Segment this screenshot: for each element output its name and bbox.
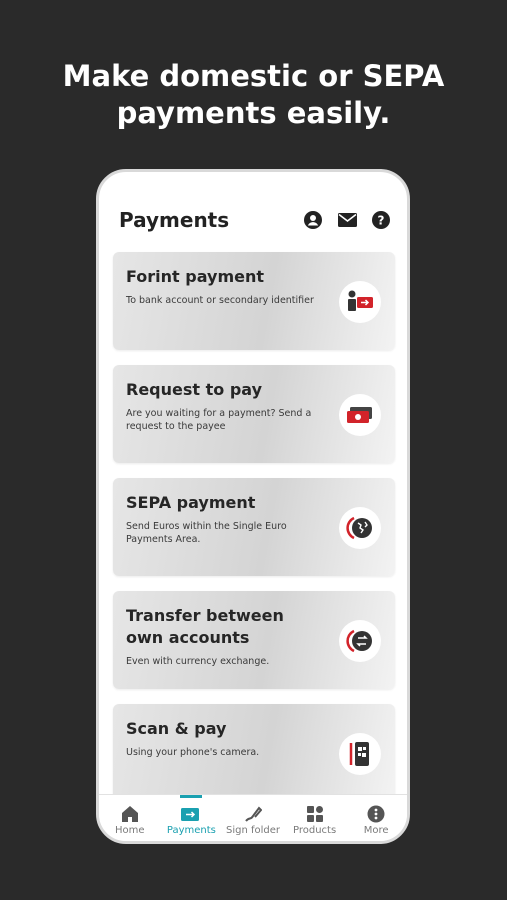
bottom-navigation: Home Payments Sign folder Products More <box>99 794 407 841</box>
headline-line-1: Make domestic or SEPA <box>62 59 445 93</box>
profile-icon[interactable] <box>303 210 323 230</box>
nav-sign-folder[interactable]: Sign folder <box>225 795 281 841</box>
payments-icon <box>163 799 219 823</box>
card-description: Send Euros within the Single Euro Paymen… <box>126 521 287 545</box>
headline-line-2: payments easily. <box>116 96 391 130</box>
nav-label: Products <box>292 825 337 836</box>
sign-folder-icon <box>225 799 281 823</box>
card-description: Using your phone's camera. <box>126 747 260 758</box>
page-title: Payments <box>119 208 230 232</box>
products-icon <box>287 799 343 823</box>
more-icon <box>348 799 404 823</box>
nav-label: Payments <box>166 825 216 836</box>
card-title: Forint payment <box>126 267 265 286</box>
card-sepa-payment[interactable]: SEPA payment Send Euros within the Singl… <box>113 478 395 576</box>
card-description: To bank account or secondary identifier <box>126 295 314 306</box>
nav-home[interactable]: Home <box>102 795 158 841</box>
nav-payments[interactable]: Payments <box>163 795 219 841</box>
home-icon <box>102 799 158 823</box>
card-title: Scan & pay <box>126 719 227 738</box>
phone-scan-icon <box>339 733 381 775</box>
card-own-transfer[interactable]: Transfer between own accounts Even with … <box>113 591 395 689</box>
promo-headline: Make domestic or SEPA payments easily. <box>0 58 507 132</box>
nav-products[interactable]: Products <box>287 795 343 841</box>
globe-icon <box>339 507 381 549</box>
exchange-icon <box>339 620 381 662</box>
nav-label: Home <box>115 825 145 836</box>
help-icon[interactable]: ? <box>371 210 391 230</box>
card-forint-payment[interactable]: Forint payment To bank account or second… <box>113 252 395 350</box>
card-title: SEPA payment <box>126 493 256 512</box>
payment-options: Forint payment To bank account or second… <box>113 252 395 817</box>
svg-text:?: ? <box>378 214 385 228</box>
mail-icon[interactable] <box>337 210 357 230</box>
nav-label: More <box>363 825 389 836</box>
app-header: Payments ? <box>99 172 407 252</box>
card-description: Are you waiting for a payment? Send a re… <box>126 408 312 432</box>
card-title: Transfer between own accounts <box>126 606 284 647</box>
card-scan-and-pay[interactable]: Scan & pay Using your phone's camera. <box>113 704 395 802</box>
card-title: Request to pay <box>126 380 263 399</box>
nav-label: Sign folder <box>225 825 280 836</box>
person-card-icon <box>339 281 381 323</box>
cash-request-icon <box>339 394 381 436</box>
nav-more[interactable]: More <box>348 795 404 841</box>
phone-frame: Payments ? Forint payment To bank accoun… <box>96 169 410 844</box>
active-indicator <box>180 795 203 798</box>
card-description: Even with currency exchange. <box>126 656 270 667</box>
card-request-to-pay[interactable]: Request to pay Are you waiting for a pay… <box>113 365 395 463</box>
